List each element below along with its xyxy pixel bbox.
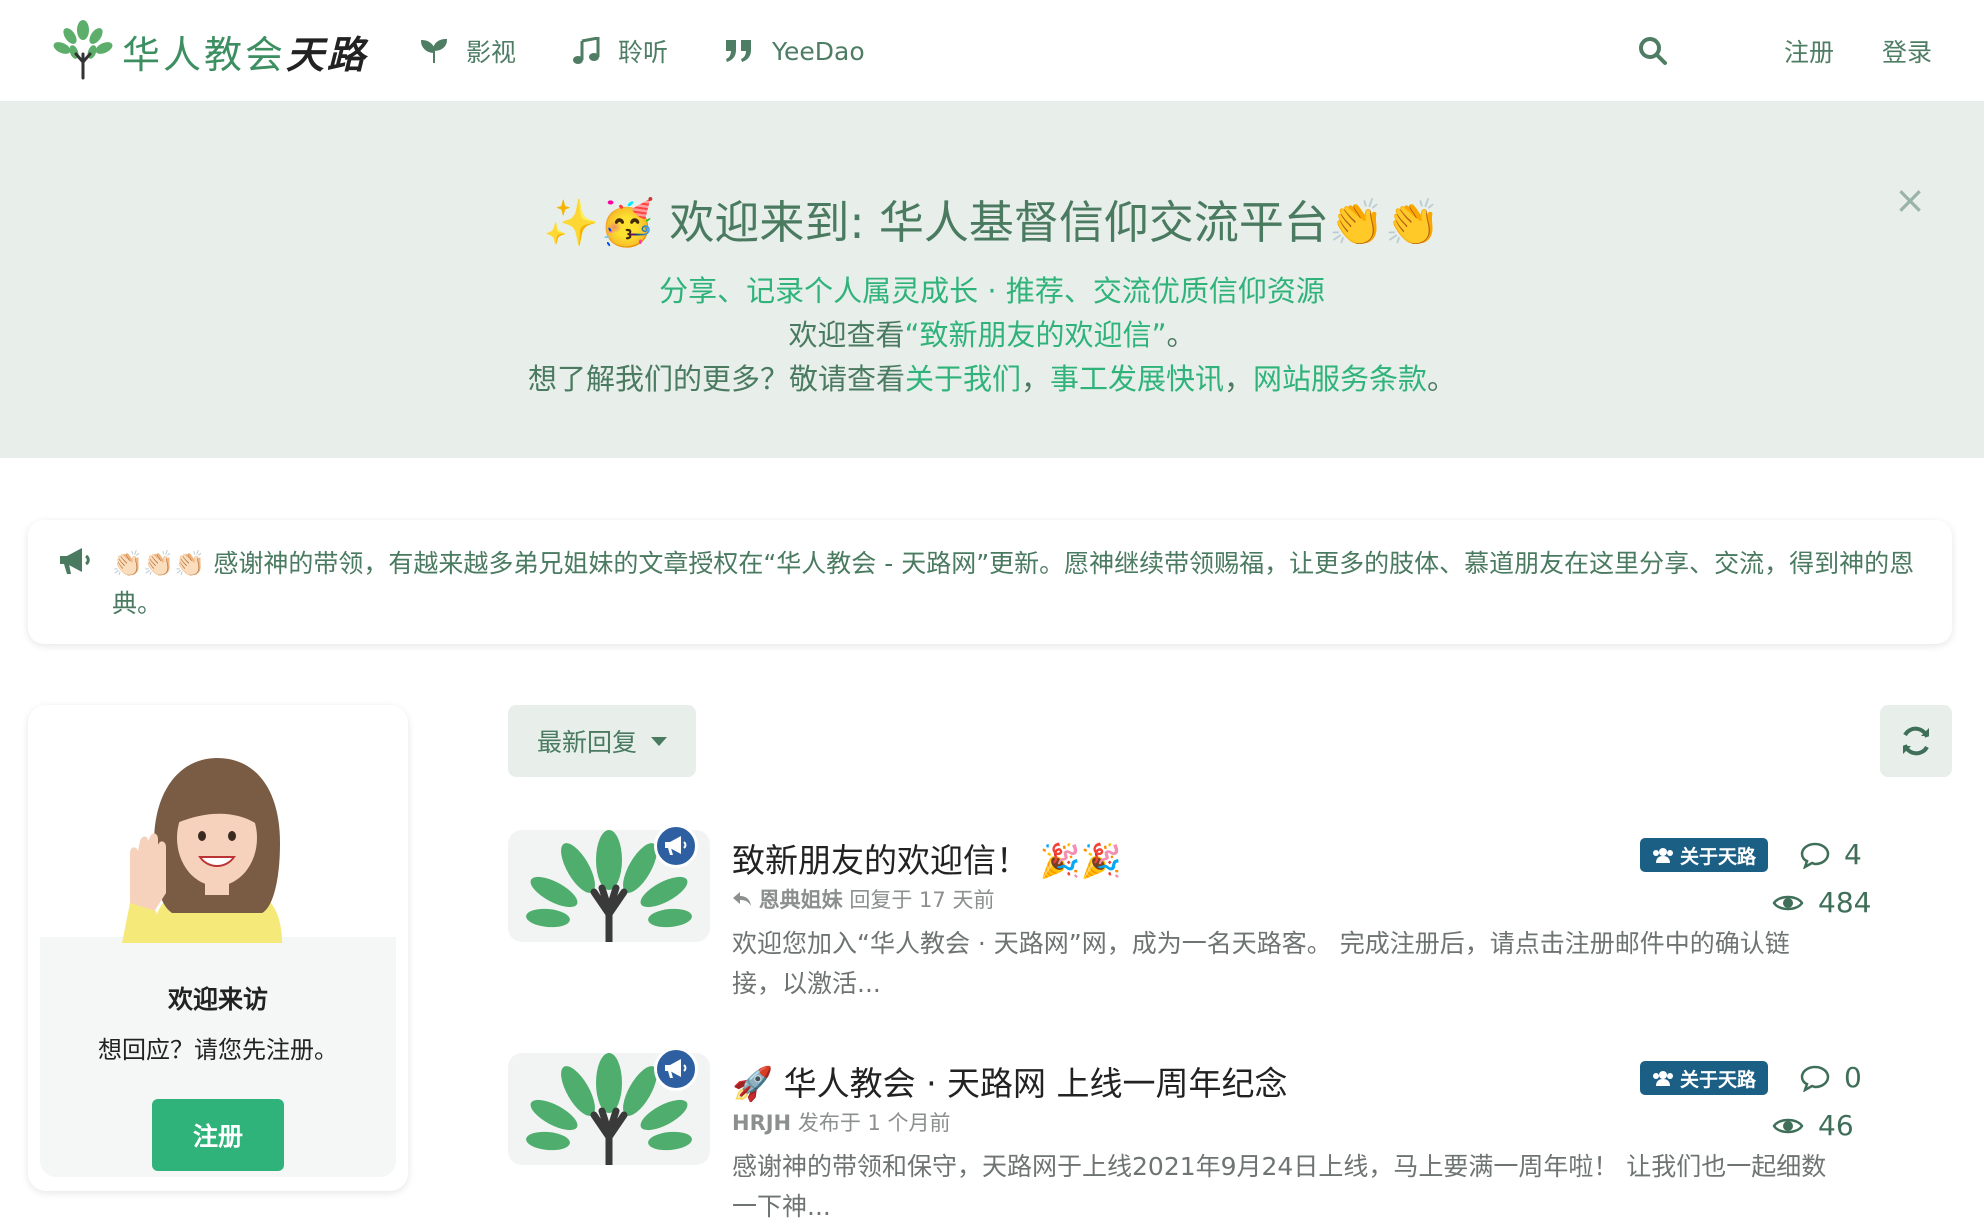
topic-item[interactable]: 致新朋友的欢迎信！ 🎉🎉 恩典姐妹 回复于 17 天前 欢迎您加入“华人教会 ·… xyxy=(508,824,1952,1010)
topic-author[interactable]: HRJH xyxy=(732,1111,791,1135)
music-note-icon xyxy=(573,37,600,64)
close-banner-button[interactable]: × xyxy=(1894,178,1926,222)
topic-time: 发布于 1 个月前 xyxy=(797,1111,951,1135)
pinned-badge xyxy=(654,824,698,868)
megaphone-icon xyxy=(60,548,90,574)
banner-line-3: 想了解我们的更多？敬请查看关于我们，事工发展快讯，网站服务条款。 xyxy=(0,356,1984,398)
welcome-letter-link[interactable]: “致新朋友的欢迎信” xyxy=(904,318,1166,352)
waving-woman-avatar xyxy=(122,758,282,943)
eye-icon xyxy=(1772,895,1804,910)
caret-down-icon xyxy=(651,736,667,746)
announcement-bar: 👏🏻👏🏻👏🏻 感谢神的带领，有越来越多弟兄姐妹的文章授权在“华人教会 - 天路网… xyxy=(28,520,1952,644)
users-icon xyxy=(1653,848,1673,863)
view-count: 46 xyxy=(1772,1109,1854,1142)
welcome-card: 欢迎来访 想回应？请您先注册。 注册 xyxy=(28,705,408,1191)
logo-text: 华人教会天路 xyxy=(122,24,368,79)
comment-icon xyxy=(1800,842,1830,869)
welcome-banner: ✨🥳 欢迎来到: 华人基督信仰交流平台👏👏 分享、记录个人属灵成长 · 推荐、交… xyxy=(0,102,1984,458)
comment-icon xyxy=(1800,1065,1830,1092)
topic-item[interactable]: 🚀 华人教会 · 天路网 上线一周年纪念 HRJH 发布于 1 个月前 感谢神的… xyxy=(508,1047,1952,1230)
banner-text: 欢迎查看 xyxy=(788,318,905,352)
nav-label: 影视 xyxy=(466,38,517,67)
tree-logo-icon xyxy=(53,20,113,80)
pinned-badge xyxy=(654,1047,698,1091)
category-label: 关于天路 xyxy=(1680,1068,1757,1091)
header-actions: 注册 登录 xyxy=(1630,28,1932,74)
category-tag[interactable]: 关于天路 xyxy=(1640,838,1769,872)
megaphone-icon xyxy=(665,836,687,855)
logo-text-dark: 天路 xyxy=(286,31,369,77)
banner-line-1: 分享、记录个人属灵成长 · 推荐、交流优质信仰资源 xyxy=(0,268,1984,310)
banner-text: 。 xyxy=(1427,362,1457,396)
topic-author[interactable]: 恩典姐妹 xyxy=(759,888,843,912)
banner-line-2: 欢迎查看“致新朋友的欢迎信”。 xyxy=(0,312,1984,354)
nav-label: YeeDao xyxy=(772,36,865,66)
banner-text: ， xyxy=(1224,362,1254,396)
sort-dropdown[interactable]: 最新回复 xyxy=(508,705,696,777)
eye-icon xyxy=(1772,1118,1804,1133)
topic-excerpt: 感谢神的带领和保守，天路网于上线2021年9月24日上线，马上要满一周年啦！ 让… xyxy=(732,1152,1827,1221)
nav-item-listen[interactable]: 聆听 xyxy=(572,28,668,74)
search-button[interactable] xyxy=(1630,28,1676,74)
nav-item-video[interactable]: 影视 xyxy=(420,28,516,74)
logo-text-green: 华人教会 xyxy=(122,32,287,77)
banner-text: 想了解我们的更多？敬请查看 xyxy=(527,362,905,396)
announcement-text: 👏🏻👏🏻👏🏻 感谢神的带领，有越来越多弟兄姐妹的文章授权在“华人教会 - 天路网… xyxy=(112,549,1915,618)
view-count-value: 484 xyxy=(1818,886,1872,919)
users-icon xyxy=(1653,1071,1673,1086)
topic-meta: 恩典姐妹 回复于 17 天前 xyxy=(732,884,994,914)
sort-label: 最新回复 xyxy=(536,728,637,757)
reply-icon xyxy=(733,892,751,906)
category-label: 关于天路 xyxy=(1680,845,1757,868)
banner-text: ， xyxy=(1020,362,1050,396)
site-header: 华人教会天路 影视 聆听 YeeDao 注册 登录 xyxy=(0,0,1984,102)
banner-tagline: 分享、记录个人属灵成长 · 推荐、交流优质信仰资源 xyxy=(659,274,1325,308)
nav-item-yeedao[interactable]: YeeDao xyxy=(724,28,865,74)
banner-title: ✨🥳 欢迎来到: 华人基督信仰交流平台👏👏 xyxy=(543,196,1441,249)
reply-count-value: 0 xyxy=(1844,1061,1862,1094)
terms-link[interactable]: 网站服务条款 xyxy=(1253,362,1427,396)
topic-excerpt: 欢迎您加入“华人教会 · 天路网”网，成为一名天路客。 完成注册后，请点击注册邮… xyxy=(732,929,1790,998)
topic-title[interactable]: 致新朋友的欢迎信！ 🎉🎉 xyxy=(732,834,1122,882)
main-nav: 影视 聆听 YeeDao xyxy=(420,28,921,74)
welcome-subtitle: 想回应？请您先注册。 xyxy=(98,1036,338,1064)
megaphone-icon xyxy=(665,1059,687,1078)
welcome-title: 欢迎来访 xyxy=(167,985,268,1014)
nav-label: 聆听 xyxy=(618,38,669,67)
refresh-icon xyxy=(1903,726,1929,756)
seedling-icon xyxy=(420,38,448,63)
site-logo[interactable]: 华人教会天路 xyxy=(50,18,368,84)
topic-meta: HRJH 发布于 1 个月前 xyxy=(732,1107,951,1137)
banner-text: 。 xyxy=(1166,318,1196,352)
login-link[interactable]: 登录 xyxy=(1882,33,1932,69)
register-link[interactable]: 注册 xyxy=(1784,33,1834,69)
reply-count: 0 xyxy=(1800,1061,1862,1094)
search-icon xyxy=(1638,37,1667,65)
signup-button[interactable]: 注册 xyxy=(152,1099,284,1171)
topic-time: 回复于 17 天前 xyxy=(849,888,995,912)
view-count: 484 xyxy=(1772,886,1871,919)
reply-count: 4 xyxy=(1800,838,1862,871)
category-tag[interactable]: 关于天路 xyxy=(1640,1061,1769,1095)
topic-title[interactable]: 🚀 华人教会 · 天路网 上线一周年纪念 xyxy=(732,1057,1288,1105)
view-count-value: 46 xyxy=(1818,1109,1854,1142)
refresh-button[interactable] xyxy=(1880,705,1952,777)
reply-count-value: 4 xyxy=(1844,838,1862,871)
ministry-news-link[interactable]: 事工发展快讯 xyxy=(1050,362,1224,396)
quote-icon xyxy=(726,40,752,62)
about-us-link[interactable]: 关于我们 xyxy=(905,362,1021,396)
